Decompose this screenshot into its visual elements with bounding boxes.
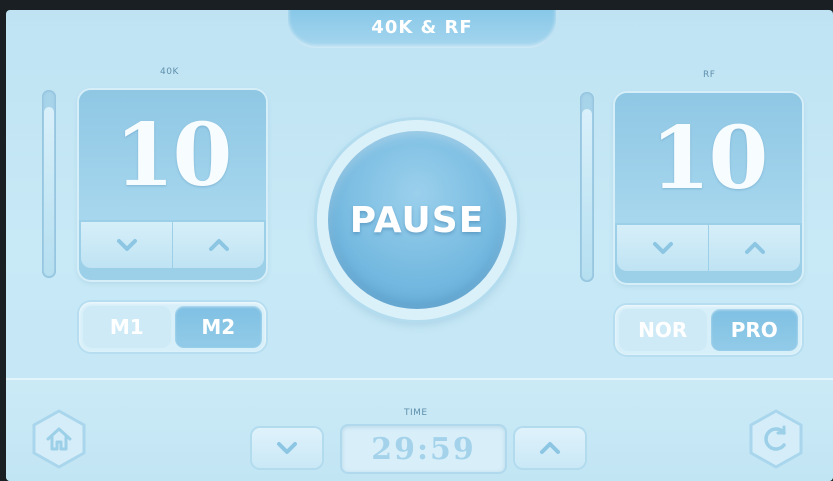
pause-label: PAUSE <box>349 199 485 241</box>
left-level-bar <box>42 90 56 278</box>
time-increase-button[interactable] <box>515 428 585 468</box>
refresh-icon <box>764 425 786 451</box>
pause-button-ring: PAUSE <box>317 120 517 320</box>
pause-button[interactable]: PAUSE <box>328 131 506 309</box>
time-display: 29:59 <box>342 426 505 472</box>
left-level-fill <box>44 107 54 276</box>
left-decrease-button[interactable] <box>81 222 172 268</box>
time-decrease-button[interactable] <box>252 428 322 468</box>
chevron-up-icon <box>744 242 765 254</box>
chevron-down-icon <box>116 239 137 251</box>
device-screen: 40K & RF 40K 10 M1 M2 PAUSE RF 10 NOR PR… <box>6 10 833 481</box>
title-tab: 40K & RF <box>288 10 556 48</box>
left-increase-button[interactable] <box>173 222 264 268</box>
left-value-display: 10 <box>79 90 266 220</box>
time-label: TIME <box>404 408 428 418</box>
left-channel-label: 40K <box>160 67 179 77</box>
left-value: 10 <box>114 104 233 206</box>
right-channel-label: RF <box>703 70 716 80</box>
mode-pro-button[interactable]: PRO <box>710 309 798 351</box>
chevron-down-icon <box>277 442 297 454</box>
chevron-up-icon <box>208 239 229 251</box>
mode-m2-button[interactable]: M2 <box>174 306 262 348</box>
chevron-up-icon <box>540 442 560 454</box>
chevron-down-icon <box>652 242 673 254</box>
home-icon <box>46 427 72 451</box>
reset-button[interactable] <box>748 408 804 470</box>
mode-nor-button[interactable]: NOR <box>619 309 707 351</box>
right-mode-toggle: NOR PRO <box>615 305 802 355</box>
right-level-fill <box>582 109 592 280</box>
right-level-bar <box>580 92 594 282</box>
right-value-panel: 10 <box>615 93 802 283</box>
left-mode-toggle: M1 M2 <box>79 302 266 352</box>
right-increase-button[interactable] <box>709 225 800 271</box>
time-value: 29:59 <box>371 431 476 467</box>
right-decrease-button[interactable] <box>617 225 708 271</box>
left-value-panel: 10 <box>79 90 266 280</box>
page-title: 40K & RF <box>371 16 473 38</box>
right-value: 10 <box>650 107 769 209</box>
home-button[interactable] <box>31 408 87 470</box>
right-value-display: 10 <box>615 93 802 223</box>
mode-m1-button[interactable]: M1 <box>83 306 171 348</box>
